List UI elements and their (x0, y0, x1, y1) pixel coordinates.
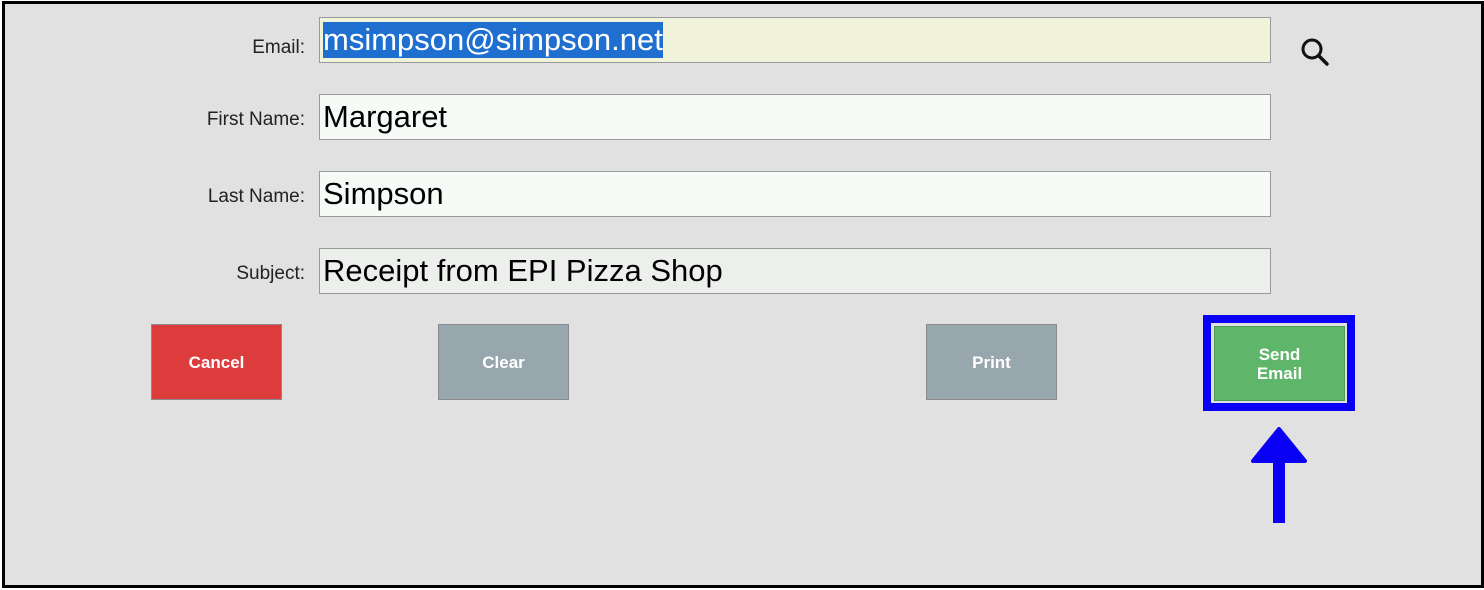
subject-field[interactable] (319, 248, 1271, 294)
first-name-label: First Name: (206, 109, 305, 130)
email-label: Email: (252, 37, 305, 58)
subject-label: Subject: (236, 263, 305, 284)
send-email-button[interactable]: Send Email (1214, 326, 1345, 401)
cancel-button[interactable]: Cancel (151, 324, 282, 400)
clear-button[interactable]: Clear (438, 324, 569, 400)
last-name-field[interactable] (319, 171, 1271, 217)
email-field[interactable] (319, 17, 1271, 63)
email-receipt-panel: Email: First Name: Last Name: Subject: C… (2, 1, 1484, 588)
last-name-label: Last Name: (207, 186, 305, 207)
search-icon[interactable] (1299, 36, 1333, 70)
print-button[interactable]: Print (926, 324, 1057, 400)
first-name-field[interactable] (319, 94, 1271, 140)
arrow-up-icon (1251, 427, 1307, 523)
